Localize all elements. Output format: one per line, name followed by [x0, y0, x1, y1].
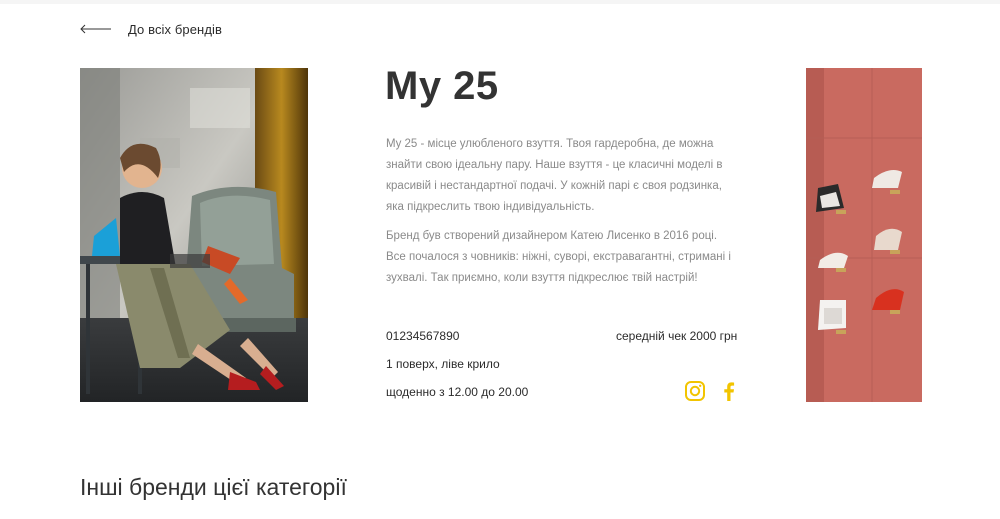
shoe-wall-photo: [806, 68, 922, 402]
brand-phone[interactable]: 01234567890: [386, 329, 459, 343]
brand-description-paragraph: Бренд був створений дизайнером Катею Лис…: [386, 230, 731, 284]
brand-average-check: середній чек 2000 грн: [616, 329, 738, 343]
brand-description-paragraph: My 25 - місце улюбленого взуття. Твоя га…: [386, 138, 723, 213]
brand-description: My 25 - місце улюбленого взуття. Твоя га…: [386, 134, 738, 297]
brand-location: 1 поверх, ліве крило: [386, 357, 500, 371]
brand-hours: щоденно з 12.00 до 20.00: [386, 385, 529, 399]
arrow-left-icon: [80, 24, 111, 34]
back-to-brands-link[interactable]: До всіх брендів: [80, 20, 222, 38]
other-brands-title: Інші бренди цієї категорії: [80, 474, 347, 500]
facebook-icon[interactable]: [718, 380, 740, 402]
brand-photo-left: [80, 68, 308, 402]
top-strip: [0, 0, 1000, 4]
back-link-label: До всіх брендів: [128, 21, 223, 37]
woman-shoes-photo: [80, 68, 308, 402]
brand-title: My 25: [385, 64, 499, 108]
brand-photo-right: [806, 68, 922, 402]
instagram-icon[interactable]: [684, 380, 706, 402]
